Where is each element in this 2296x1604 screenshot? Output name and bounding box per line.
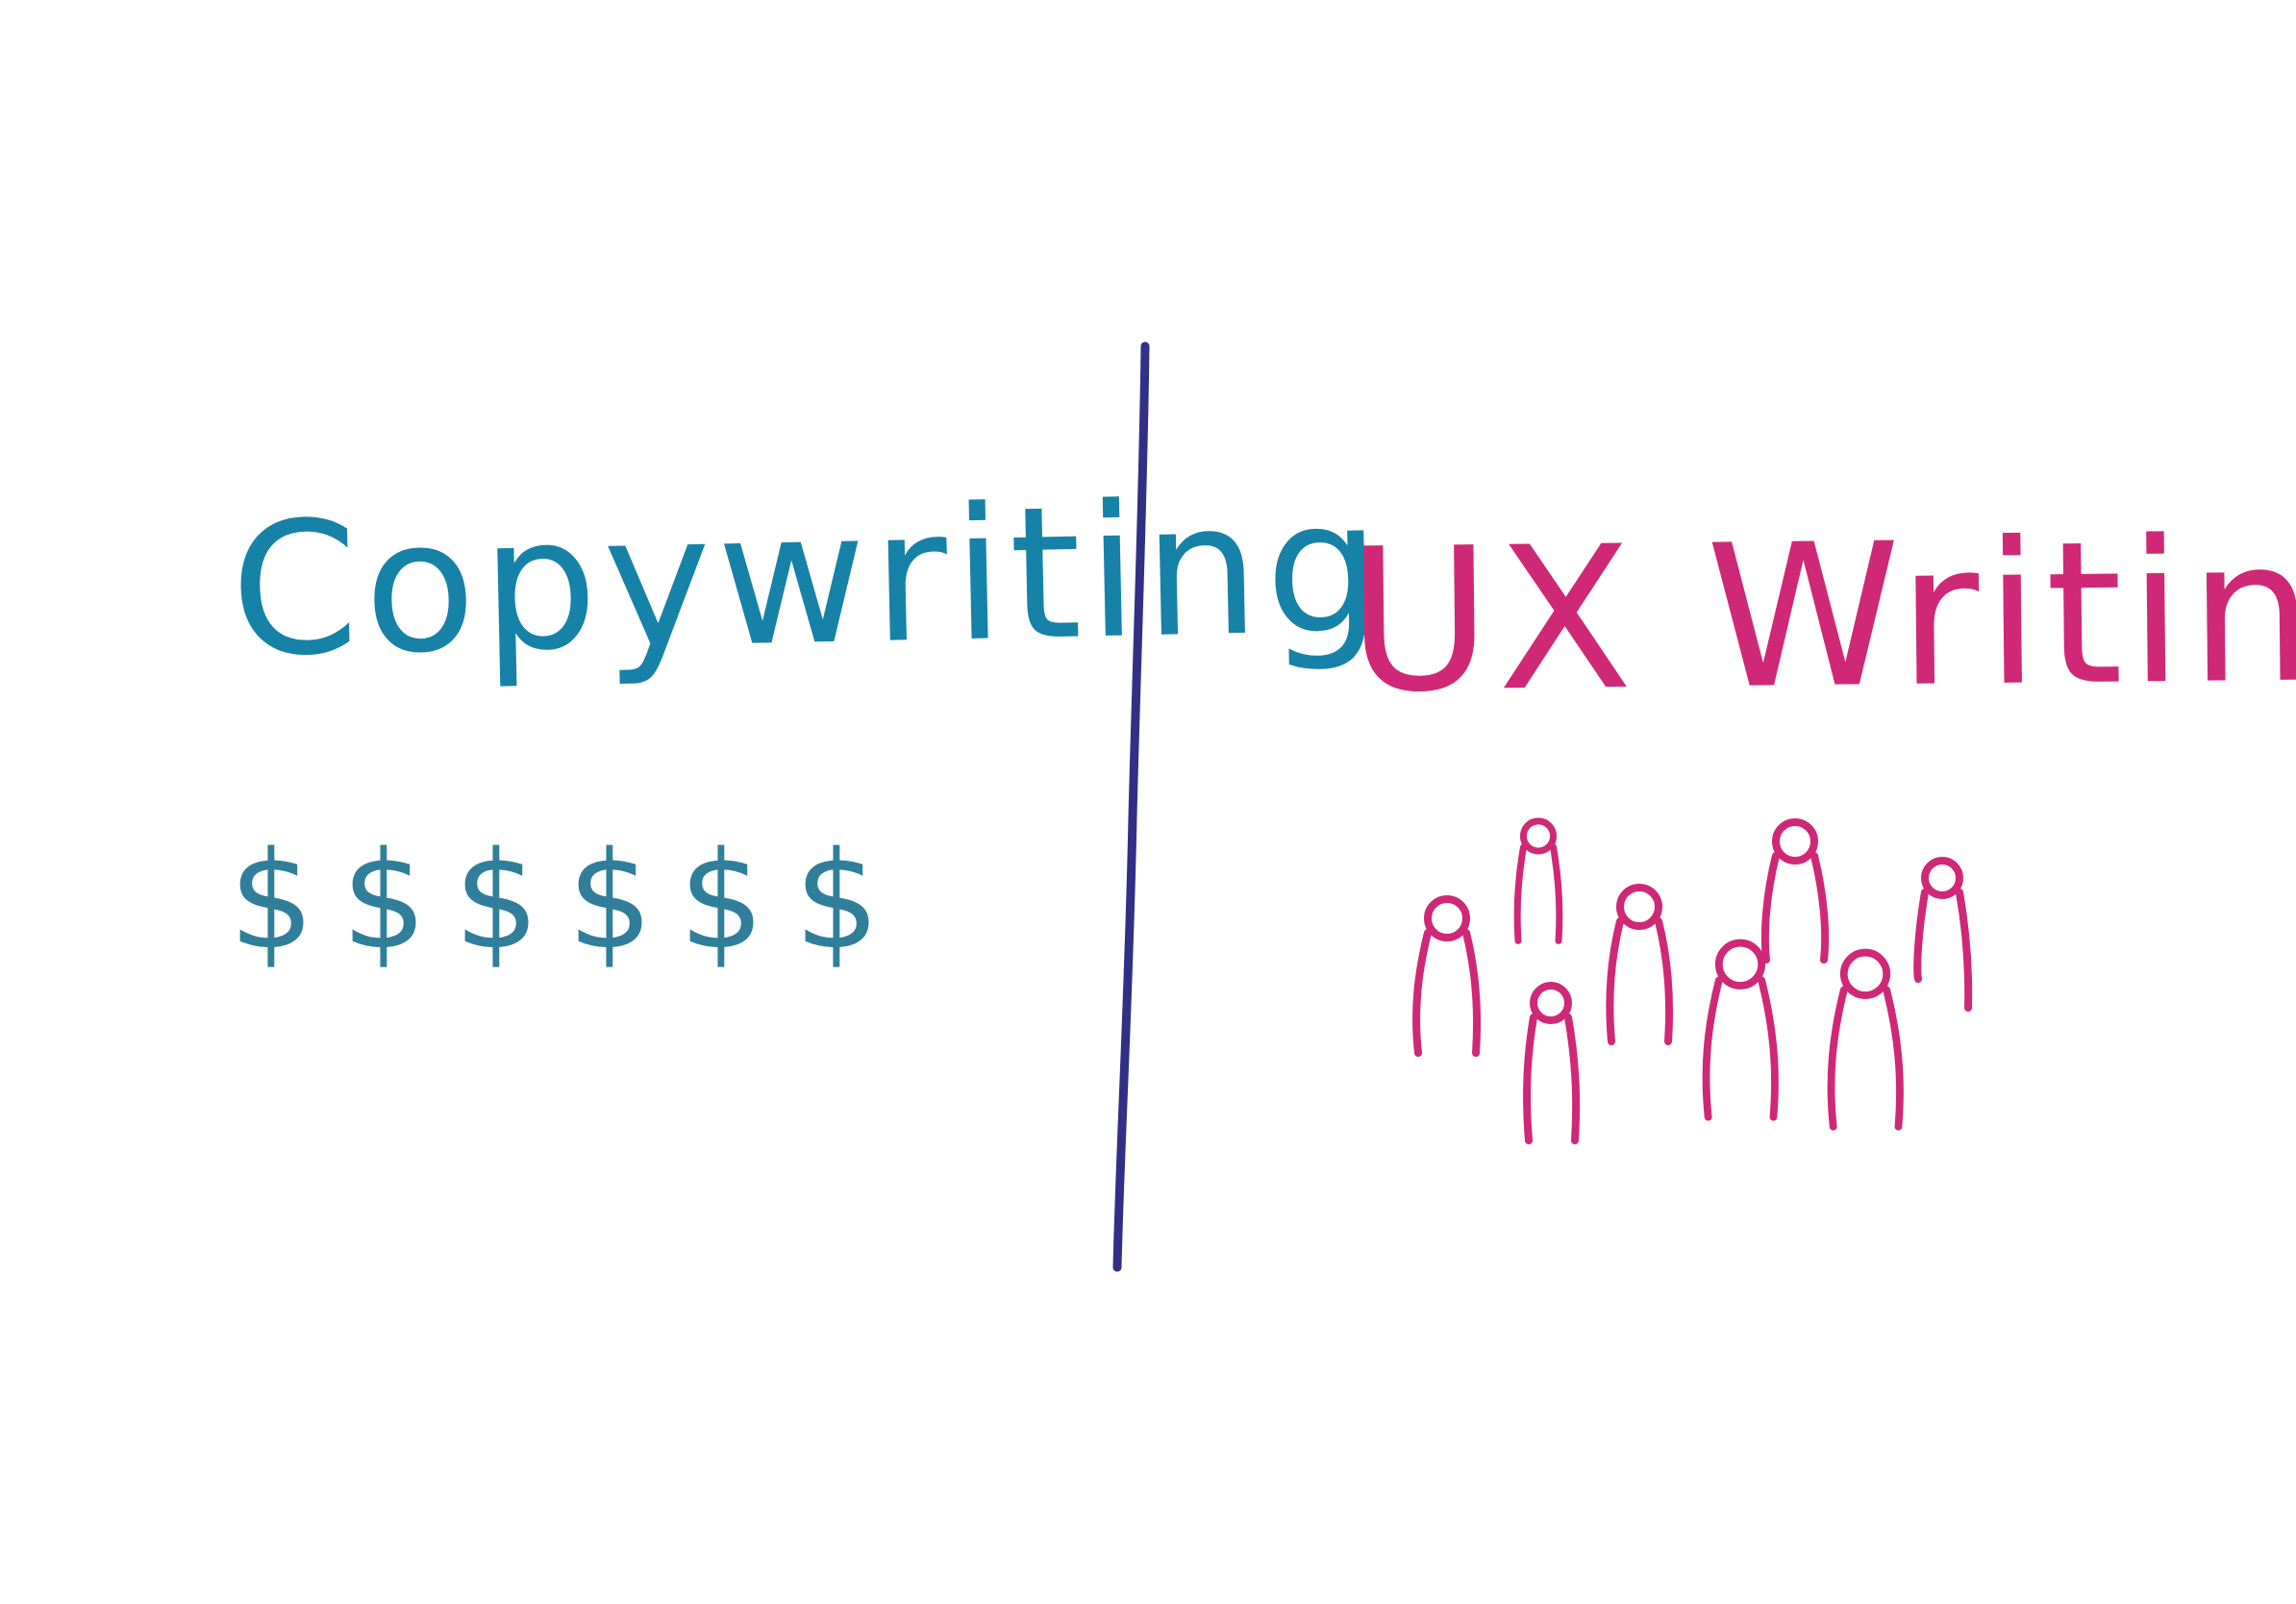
- dollar-sign-icon: $: [454, 823, 540, 980]
- center-divider-line: [1112, 341, 1150, 1272]
- person-figure-icon: [1596, 883, 1683, 1056]
- illustration-canvas: Copywriting $ $ $ $ $ $ UX Writing: [0, 0, 2296, 1604]
- copywriting-heading: Copywriting: [228, 460, 1389, 697]
- person-figure-icon: [1404, 894, 1490, 1067]
- dollar-sign-icon: $: [679, 823, 765, 980]
- person-figure-icon: [1508, 979, 1594, 1152]
- person-figure-icon: [1505, 813, 1572, 957]
- dollar-sign-icon: $: [567, 823, 654, 980]
- dollar-sign-icon: $: [341, 823, 428, 980]
- person-figure-icon: [1899, 854, 1985, 1027]
- dollar-sign-icon: $: [794, 823, 881, 980]
- dollar-sign-icon: $: [229, 823, 315, 980]
- ux-writing-heading: UX Writing: [1345, 495, 2296, 737]
